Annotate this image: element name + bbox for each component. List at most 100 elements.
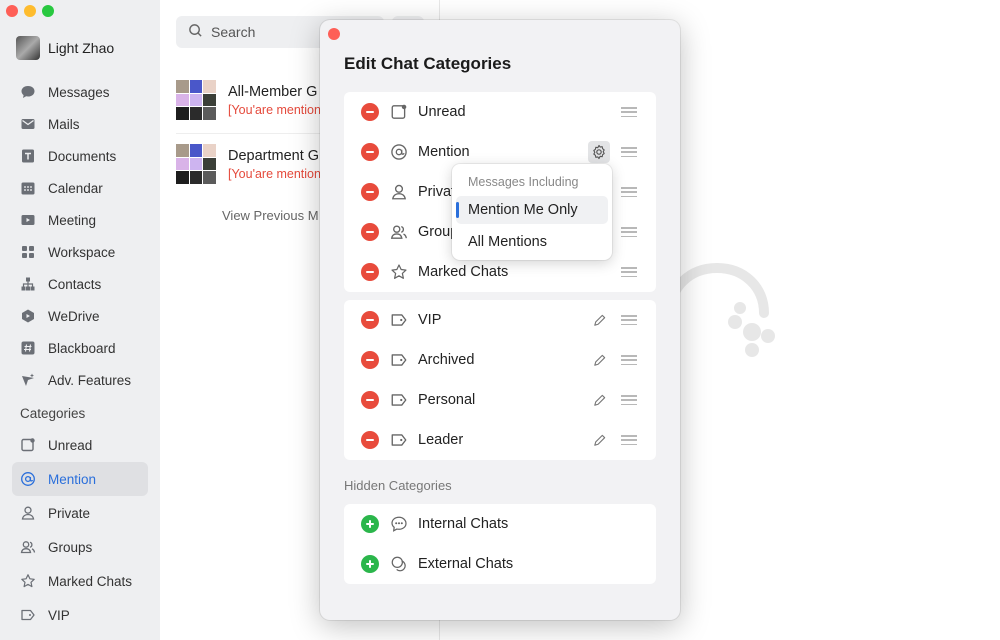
drag-handle-icon[interactable]	[621, 147, 637, 157]
minimize-window-button[interactable]	[24, 5, 36, 17]
nav-item-documents[interactable]: Documents	[12, 140, 148, 172]
chat-preview: [You'are mention	[228, 102, 321, 117]
hidden-categories-heading: Hidden Categories	[344, 478, 452, 493]
org-chart-icon	[20, 276, 36, 292]
group-avatar	[176, 144, 216, 184]
pencil-icon[interactable]	[591, 432, 607, 448]
category-label: Mention	[48, 471, 97, 487]
drag-handle-icon[interactable]	[621, 107, 637, 117]
nav-item-label: Workspace	[48, 244, 116, 260]
nav-item-label: Contacts	[48, 276, 102, 292]
category-label: Private	[48, 505, 91, 521]
chat-name: All-Member G	[228, 83, 318, 100]
pencil-icon[interactable]	[591, 352, 607, 368]
nav-item-workspace[interactable]: Workspace	[12, 236, 148, 268]
remove-category-button[interactable]	[361, 223, 379, 241]
close-dialog-button[interactable]	[328, 28, 340, 40]
mention-settings-popup: Messages Including Mention Me Only All M…	[452, 164, 612, 260]
mail-icon	[20, 116, 36, 132]
nav-item-messages[interactable]: Messages	[12, 76, 148, 108]
at-icon	[20, 471, 36, 487]
category-row-external: External Chats	[344, 544, 656, 584]
drag-handle-icon[interactable]	[621, 355, 637, 365]
remove-category-button[interactable]	[361, 263, 379, 281]
person-icon	[390, 183, 408, 201]
profile-name: Light Zhao	[48, 40, 115, 56]
tag-icon	[20, 607, 36, 623]
drive-icon	[20, 308, 36, 324]
nav-item-wedrive[interactable]: WeDrive	[12, 300, 148, 332]
remove-category-button[interactable]	[361, 143, 379, 161]
sidebar-category-groups[interactable]: Groups	[12, 530, 148, 564]
category-label: Leader	[418, 432, 464, 448]
hash-icon	[20, 340, 36, 356]
nav-item-blackboard[interactable]: Blackboard	[12, 332, 148, 364]
sidebar-category-marked[interactable]: Marked Chats	[12, 564, 148, 598]
drag-handle-icon[interactable]	[621, 187, 637, 197]
pencil-icon[interactable]	[591, 392, 607, 408]
category-label: Marked Chats	[48, 573, 133, 589]
category-label: Internal Chats	[418, 516, 509, 532]
category-row-personal: Personal	[344, 380, 656, 420]
drag-handle-icon[interactable]	[621, 267, 637, 277]
unread-icon	[390, 103, 408, 121]
remove-category-button[interactable]	[361, 311, 379, 329]
group-avatar	[176, 80, 216, 120]
remove-category-button[interactable]	[361, 431, 379, 449]
search-placeholder: Search	[211, 24, 256, 40]
category-label: External Chats	[418, 556, 514, 572]
drag-handle-icon[interactable]	[621, 395, 637, 405]
category-label: Personal	[418, 392, 476, 408]
remove-category-button[interactable]	[361, 391, 379, 409]
drag-handle-icon[interactable]	[621, 315, 637, 325]
category-label: Archived	[418, 352, 475, 368]
sidebar-category-private[interactable]: Private	[12, 496, 148, 530]
document-icon	[20, 148, 36, 164]
remove-category-button[interactable]	[361, 103, 379, 121]
profile[interactable]: Light Zhao	[16, 36, 114, 60]
categories-heading: Categories	[20, 405, 86, 421]
drag-handle-icon[interactable]	[621, 435, 637, 445]
nav-item-contacts[interactable]: Contacts	[12, 268, 148, 300]
category-label: Unread	[418, 104, 466, 120]
category-row-leader: Leader	[344, 420, 656, 460]
tag-icon	[390, 431, 408, 449]
remove-category-button[interactable]	[361, 183, 379, 201]
drag-handle-icon[interactable]	[621, 227, 637, 237]
view-previous-link[interactable]: View Previous M	[222, 208, 319, 223]
custom-categories-card: VIP Archived Personal Leader	[344, 300, 656, 460]
edit-categories-dialog: Edit Chat Categories Unread Mention Priv…	[320, 20, 680, 620]
nav-item-meeting[interactable]: Meeting	[12, 204, 148, 236]
nav-item-label: Meeting	[48, 212, 97, 228]
chat-double-icon	[390, 555, 408, 573]
nav-item-label: Messages	[48, 84, 110, 100]
pencil-icon[interactable]	[591, 312, 607, 328]
chat-preview: [You'are mention	[228, 166, 321, 181]
add-category-button[interactable]	[361, 515, 379, 533]
nav-item-label: Mails	[48, 116, 80, 132]
category-label: Unread	[48, 437, 93, 453]
sidebar-category-unread[interactable]: Unread	[12, 428, 148, 462]
chat-bubble-icon	[20, 84, 36, 100]
category-label: Groups	[48, 539, 93, 555]
zoom-window-button[interactable]	[42, 5, 54, 17]
sidebar-category-mention[interactable]: Mention	[12, 462, 148, 496]
gear-icon[interactable]	[588, 141, 610, 163]
nav-item-mails[interactable]: Mails	[12, 108, 148, 140]
option-all-mentions[interactable]: All Mentions	[456, 228, 608, 256]
sidebar-category-vip[interactable]: VIP	[12, 598, 148, 632]
person-icon	[20, 505, 36, 521]
option-mention-me-only[interactable]: Mention Me Only	[456, 196, 608, 224]
category-label: Marked Chats	[418, 264, 509, 280]
window-controls	[6, 5, 54, 17]
nav-item-calendar[interactable]: Calendar	[12, 172, 148, 204]
search-icon	[188, 23, 203, 41]
avatar[interactable]	[16, 36, 40, 60]
unread-icon	[20, 437, 36, 453]
add-category-button[interactable]	[361, 555, 379, 573]
close-window-button[interactable]	[6, 5, 18, 17]
nav-item-label: WeDrive	[48, 308, 100, 324]
nav-item-adv-features[interactable]: Adv. Features	[12, 364, 148, 396]
category-label: VIP	[418, 312, 442, 328]
remove-category-button[interactable]	[361, 351, 379, 369]
